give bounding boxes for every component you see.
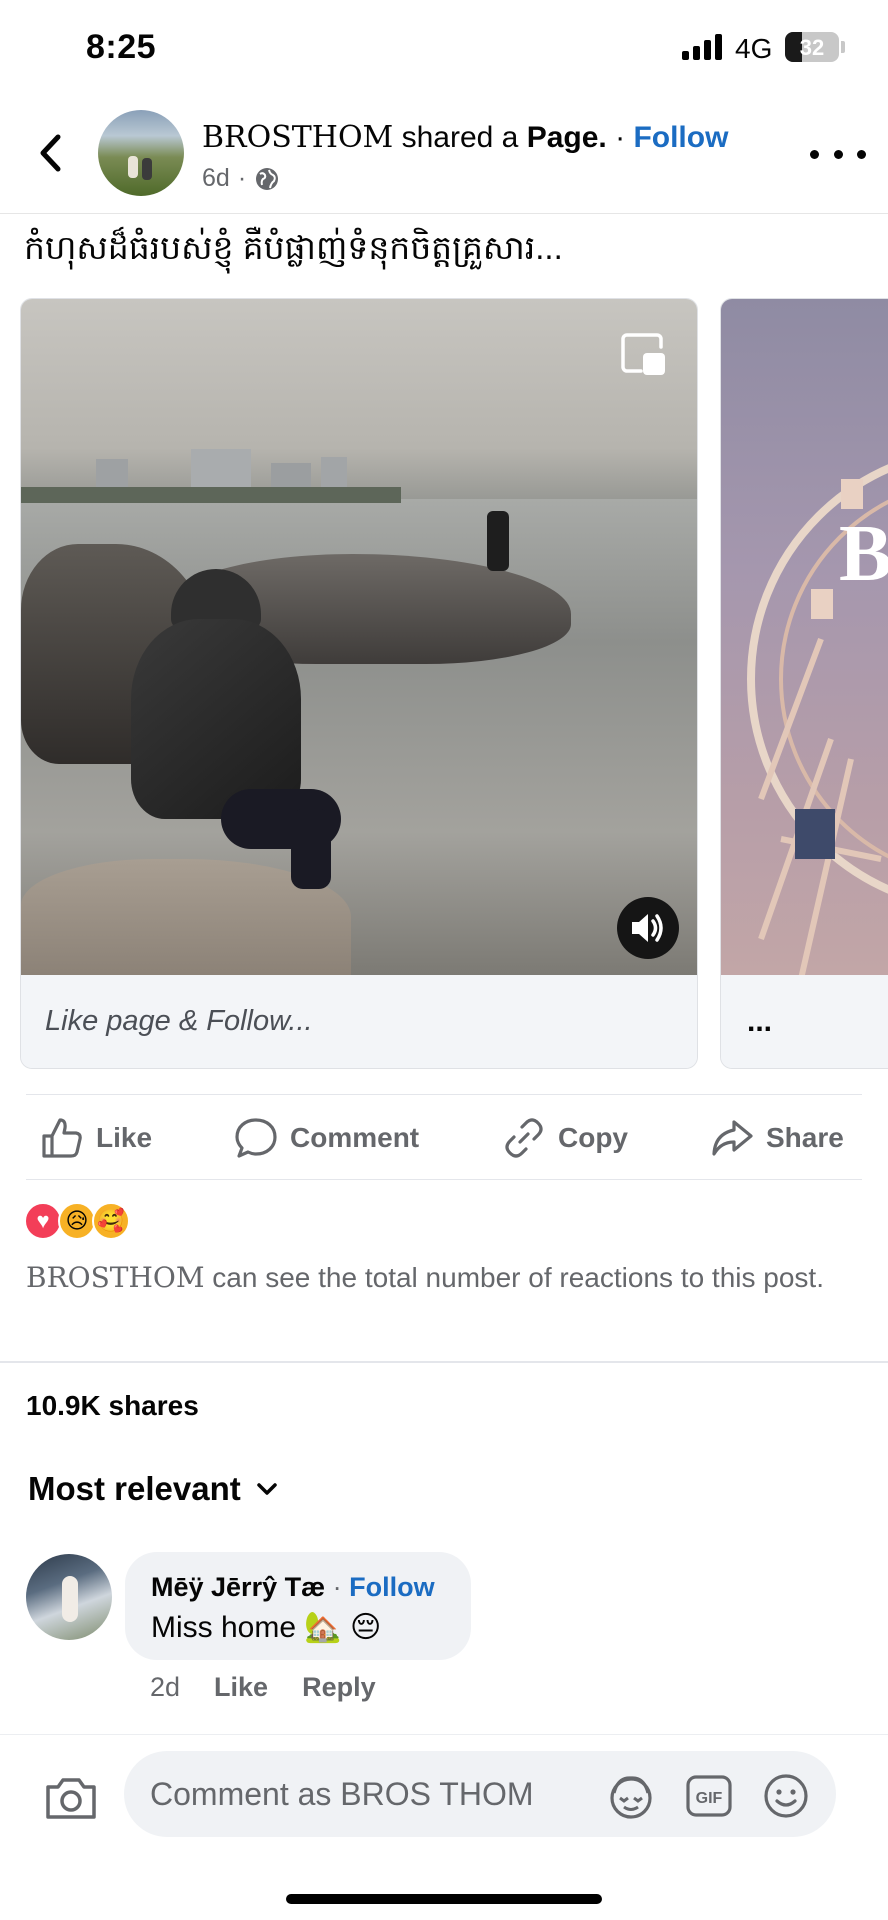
comment-author-line: Mēÿ Jērrŷ Tæ · Follow [151, 1572, 435, 1603]
shared-object-link[interactable]: Page. [527, 121, 607, 154]
comment-age: 2d [150, 1672, 181, 1702]
reaction-privacy-note: BROSTHOM can see the total number of rea… [26, 1256, 846, 1300]
post-age[interactable]: 6d [202, 164, 230, 193]
comment-sort-dropdown[interactable]: Most relevant [28, 1470, 279, 1508]
sad-reaction-glyph: 😥 [65, 1208, 89, 1233]
back-button[interactable] [30, 132, 72, 174]
more-dot-icon [810, 149, 819, 159]
copy-label: Copy [558, 1122, 628, 1153]
home-indicator [286, 1894, 602, 1904]
shared-action-text: shared a [401, 121, 519, 154]
card-footer-text: ... [747, 1005, 773, 1038]
comment-composer: GIF [0, 1734, 888, 1920]
post-action-bar: Like Comment Copy Share [26, 1094, 862, 1180]
thumbs-up-icon [42, 1118, 82, 1158]
status-time: 8:25 [86, 28, 157, 66]
person-standing [487, 511, 509, 571]
comment-bubble[interactable]: Mēÿ Jērrŷ Tæ · Follow Miss home 🏡 😔 [125, 1552, 471, 1660]
emoji-icon[interactable] [761, 1771, 811, 1821]
share-label: Share [766, 1122, 844, 1153]
card-footer[interactable]: ... [721, 975, 888, 1068]
comment-text: Miss home 🏡 😔 [151, 1611, 382, 1644]
share-arrow-icon [712, 1120, 753, 1156]
comment-bubble-icon [235, 1118, 277, 1158]
person-sitting [111, 569, 341, 899]
more-dot-icon [857, 149, 866, 159]
comment-label: Comment [290, 1122, 420, 1153]
comment-input[interactable] [150, 1771, 570, 1817]
comment-separator: · [332, 1572, 342, 1602]
care-reaction-icon: 🥰 [92, 1202, 130, 1240]
brand-letter: B [839, 510, 888, 598]
comment-author-name[interactable]: Mēÿ Jērrŷ Tæ [151, 1572, 325, 1602]
like-button[interactable]: Like [40, 1113, 152, 1163]
post-caption[interactable]: កំហុសដ៏ធំរបស់ខ្ញុំ គឺបំផ្លាញ់ទំនុកចិត្តគ… [24, 228, 563, 276]
like-label: Like [96, 1122, 153, 1153]
comment-reply-button[interactable]: Reply [302, 1672, 376, 1703]
header-title: BROSTHOM shared a Page. · Follow [202, 120, 728, 155]
status-bar: 8:25 4G 32 [0, 0, 888, 96]
sad-reaction-icon: 😥 [58, 1202, 96, 1240]
picture-in-picture-icon[interactable] [621, 333, 667, 377]
ferris-wheel [721, 339, 888, 975]
card-footer[interactable]: Like page & Follow... [21, 975, 697, 1068]
share-button[interactable]: Share [710, 1113, 844, 1163]
comment-button[interactable]: Comment [234, 1113, 419, 1163]
page-avatar[interactable] [98, 110, 184, 196]
card-footer-text: Like page & Follow... [45, 1005, 313, 1037]
carousel-card[interactable]: B ... [720, 298, 888, 1069]
sound-toggle-button[interactable] [617, 897, 679, 959]
sort-label: Most relevant [28, 1470, 241, 1507]
share-count[interactable]: 10.9K shares [26, 1390, 199, 1422]
comment-like-button[interactable]: Like [214, 1672, 268, 1703]
battery-icon: 32 [785, 32, 839, 62]
meta-separator: · [237, 164, 247, 192]
chevron-down-icon [256, 1483, 277, 1495]
svg-text:GIF: GIF [696, 1790, 723, 1807]
gif-icon[interactable]: GIF [684, 1771, 734, 1821]
note-page-name: BROSTHOM [26, 1261, 205, 1294]
speaker-icon [632, 914, 663, 942]
comment-follow-button[interactable]: Follow [349, 1572, 434, 1602]
comment-actions: 2d Like Reply [150, 1672, 376, 1703]
cellular-signal-icon [682, 34, 724, 60]
love-reaction-glyph: ♥ [36, 1208, 50, 1233]
camera-icon[interactable] [42, 1769, 100, 1827]
more-options-button[interactable] [810, 142, 866, 166]
network-type: 4G [735, 33, 773, 64]
title-separator: · [615, 121, 626, 154]
avatar-sticker-icon[interactable] [606, 1771, 656, 1821]
battery-level: 32 [799, 35, 825, 60]
video-thumbnail[interactable] [21, 299, 697, 975]
follow-button[interactable]: Follow [633, 121, 728, 154]
post-meta: 6d · [202, 164, 280, 193]
care-reaction-glyph: 🥰 [97, 1208, 125, 1233]
battery-nub [841, 41, 845, 53]
comment-input-container[interactable]: GIF [124, 1751, 836, 1837]
post-header: BROSTHOM shared a Page. · Follow 6d · [0, 96, 888, 214]
link-icon [505, 1118, 543, 1158]
globe-icon [256, 167, 279, 190]
city-skyline [21, 449, 401, 503]
page-name-link[interactable]: BROSTHOM [202, 120, 393, 155]
section-divider [0, 1361, 888, 1363]
note-text: can see the total number of reactions to… [204, 1262, 824, 1293]
more-dot-icon [833, 149, 843, 159]
video-thumbnail[interactable]: B [721, 299, 888, 975]
chevron-left-icon [40, 134, 61, 172]
commenter-avatar[interactable] [26, 1554, 112, 1640]
love-reaction-icon: ♥ [24, 1202, 62, 1240]
carousel-card[interactable]: Like page & Follow... [20, 298, 698, 1069]
copy-button[interactable]: Copy [502, 1113, 628, 1163]
reaction-summary[interactable]: ♥ 😥 🥰 [24, 1202, 134, 1242]
